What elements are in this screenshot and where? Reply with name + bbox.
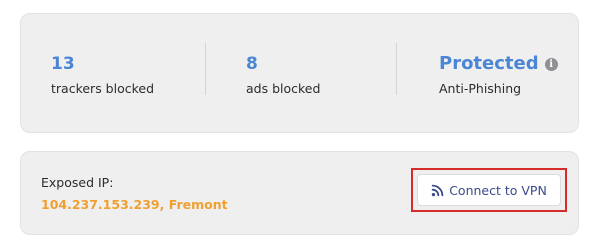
trackers-count: 13: [51, 54, 75, 74]
protection-stat: Protected i Anti-Phishing: [439, 52, 558, 97]
protection-status: Protected i: [439, 52, 558, 76]
ip-card: Exposed IP: 104.237.153.239, Fremont Con…: [20, 151, 579, 235]
divider: [396, 43, 397, 95]
divider: [205, 43, 206, 95]
exposed-ip-label: Exposed IP:: [41, 175, 114, 190]
protection-status-text: Protected: [439, 53, 539, 74]
ads-label: ads blocked: [246, 81, 321, 96]
ads-stat: 8 ads blocked: [246, 52, 320, 97]
connect-vpn-label: Connect to VPN: [449, 182, 547, 198]
ads-count: 8: [246, 54, 258, 74]
connect-vpn-button[interactable]: Connect to VPN: [417, 174, 561, 206]
protection-label: Anti-Phishing: [439, 81, 522, 96]
trackers-label: trackers blocked: [51, 81, 155, 96]
info-icon[interactable]: i: [544, 58, 558, 71]
rss-signal-icon: [431, 184, 444, 196]
trackers-stat: 13 trackers blocked: [51, 52, 154, 97]
exposed-ip-value: 104.237.153.239, Fremont: [41, 197, 228, 212]
stats-card: 13 trackers blocked 8 ads blocked Protec…: [20, 13, 579, 133]
